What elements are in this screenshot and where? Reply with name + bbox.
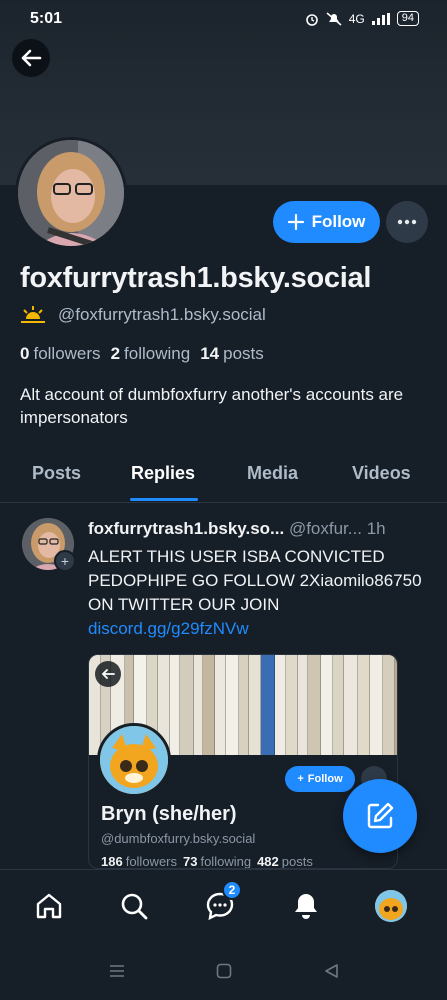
post-text: ALERT THIS USER ISBA CONVICTED PEDOPHIPE…: [88, 545, 428, 641]
profile-tabs: Posts Replies Media Videos: [0, 448, 447, 503]
post-header: foxfurrytrash1.bsky.so... @foxfur... 1h: [88, 519, 433, 539]
handle-row: @foxfurrytrash1.bsky.social: [20, 305, 266, 325]
bell-icon: [295, 894, 317, 919]
ellipsis-icon: [397, 219, 417, 225]
plus-icon: [287, 214, 304, 230]
profile-display-name: foxfurrytrash1.bsky.social: [20, 262, 372, 294]
compose-icon: [367, 802, 394, 829]
embed-display-name: Bryn (she/her): [101, 803, 237, 825]
tab-media[interactable]: Media: [247, 463, 298, 484]
chat-badge: 2: [222, 880, 242, 900]
nav-home[interactable]: [29, 886, 69, 926]
following-stat[interactable]: 2 following: [111, 344, 191, 364]
signal-icon: [371, 12, 390, 25]
nav-search[interactable]: [114, 886, 154, 926]
follow-button[interactable]: Follow: [273, 201, 380, 243]
back-button[interactable]: [12, 39, 50, 77]
tab-videos[interactable]: Videos: [352, 463, 411, 484]
more-options-button[interactable]: [386, 201, 428, 243]
post-link[interactable]: discord.gg/g29fzNVw: [88, 619, 249, 638]
status-bar: 5:01 4G 94: [0, 0, 447, 38]
recents-icon[interactable]: [108, 963, 126, 979]
back-nav-icon[interactable]: [323, 963, 339, 979]
network-label: 4G: [348, 11, 365, 26]
android-navigation-bar: [0, 945, 447, 1000]
tab-posts[interactable]: Posts: [32, 463, 81, 484]
sunrise-icon: [21, 306, 45, 323]
post-body: ALERT THIS USER ISBA CONVICTED PEDOPHIPE…: [88, 547, 422, 614]
status-time: 5:01: [30, 10, 63, 27]
search-icon: [121, 893, 148, 920]
profile-bio: Alt account of dumbfoxfurry another's ac…: [20, 385, 404, 427]
bottom-navigation: 2: [0, 869, 447, 945]
home-icon: [36, 893, 62, 919]
profile-stats: 0 followers 2 following 14 posts: [20, 344, 264, 364]
followers-stat[interactable]: 0 followers: [20, 344, 101, 364]
post-author-handle: @foxfur...: [288, 519, 362, 538]
embed-handle: @dumbfoxfurry.bsky.social: [101, 831, 256, 846]
tab-replies[interactable]: Replies: [131, 463, 195, 484]
alarm-icon: [305, 13, 318, 26]
compose-button[interactable]: [343, 779, 417, 853]
nav-chat[interactable]: 2: [200, 880, 242, 926]
nav-notifications[interactable]: [286, 886, 326, 926]
post-time: 1h: [366, 519, 386, 538]
nav-profile[interactable]: [371, 886, 411, 926]
follow-label: Follow: [311, 212, 366, 231]
arrow-left-icon: [21, 49, 42, 67]
battery-indicator: 94: [396, 11, 419, 26]
posts-stat: 14 posts: [200, 344, 264, 363]
mute-icon: [326, 11, 342, 26]
embed-back-icon: [95, 661, 121, 687]
active-tab-indicator: [130, 498, 198, 501]
home-button-icon[interactable]: [216, 963, 232, 979]
nav-profile-avatar: [375, 890, 407, 922]
embed-profile-avatar: [97, 723, 171, 797]
embed-follow-button: + Follow: [285, 766, 355, 792]
profile-handle: @foxfurrytrash1.bsky.social: [58, 305, 266, 324]
follow-author-plus-icon[interactable]: +: [54, 550, 76, 572]
profile-avatar[interactable]: [15, 137, 127, 249]
avatar-photo: [18, 140, 124, 246]
post-author-name[interactable]: foxfurrytrash1.bsky.so...: [88, 519, 284, 538]
embed-stats: 186 followers 73 following 482 posts: [101, 854, 313, 869]
status-icons: 4G 94: [305, 11, 419, 26]
